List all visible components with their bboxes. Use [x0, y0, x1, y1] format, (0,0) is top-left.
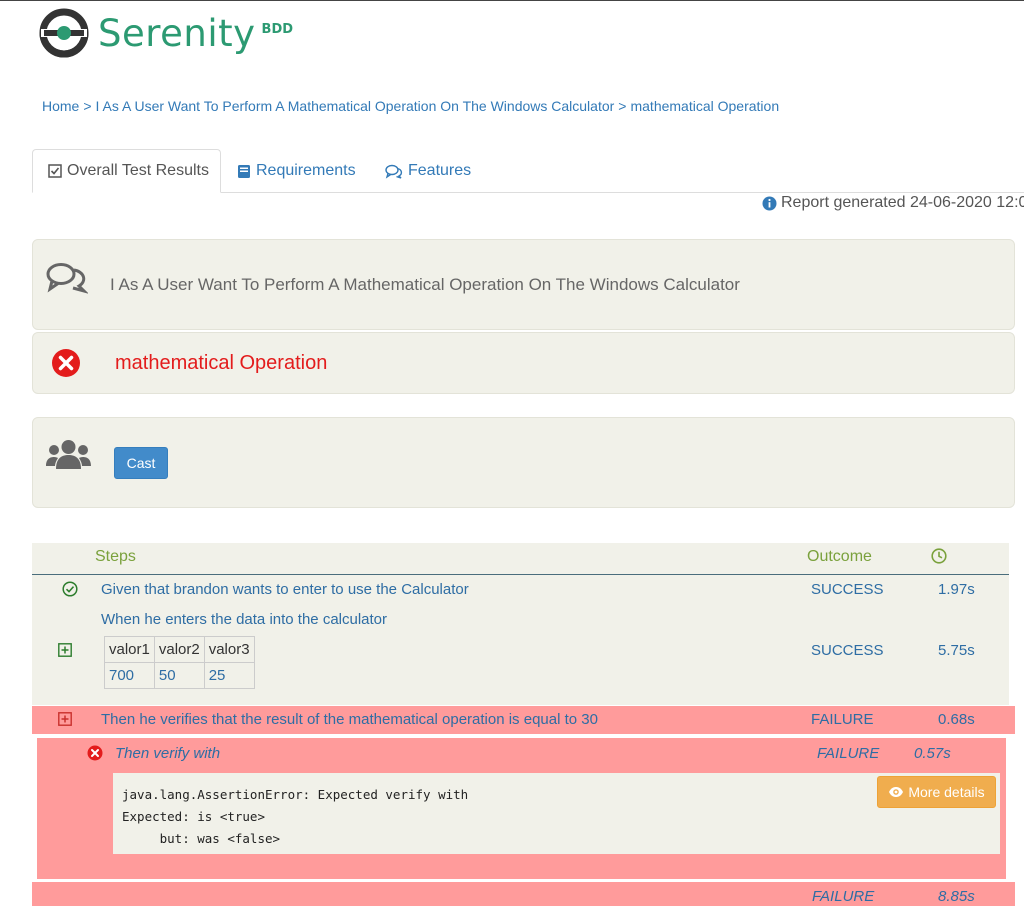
more-details-button[interactable]: More details — [877, 776, 996, 808]
data-table-header-cell: valor3 — [203, 636, 255, 663]
cast-panel — [32, 417, 1015, 508]
report-generated-text: Report generated 24-06-2020 12:0 — [781, 194, 1024, 211]
comments-icon — [46, 263, 88, 294]
breadcrumb-separator: > — [618, 98, 627, 114]
data-table-cell: 700 — [104, 662, 155, 689]
data-table-header-cell: valor1 — [104, 636, 155, 663]
book-icon — [238, 164, 250, 178]
plus-square-icon[interactable] — [58, 712, 72, 726]
step-duration: 0.68s — [938, 711, 975, 728]
data-table: valor1 valor2 valor3 700 50 25 — [104, 636, 255, 689]
top-border — [0, 0, 1024, 1]
cast-button[interactable]: Cast — [114, 447, 168, 479]
step-text: When he enters the data into the calcula… — [101, 611, 388, 628]
serenity-logo-icon — [39, 8, 89, 58]
breadcrumb-separator: > — [83, 98, 92, 114]
step-outcome: FAILURE — [811, 711, 874, 728]
error-message: java.lang.AssertionError: Expected verif… — [122, 784, 468, 850]
substep-text: Then verify with — [115, 745, 221, 762]
step-outcome: SUCCESS — [811, 581, 884, 598]
tab-overall-test-results[interactable]: Overall Test Results — [32, 149, 221, 193]
tab-label: Requirements — [256, 162, 356, 179]
step-text: Given that brandon wants to enter to use… — [101, 581, 469, 598]
eye-icon — [889, 787, 904, 797]
plus-square-icon[interactable] — [58, 643, 72, 657]
data-table-header-cell: valor2 — [153, 636, 205, 663]
breadcrumb-home[interactable]: Home — [42, 98, 79, 114]
step-duration: 1.97s — [938, 581, 975, 598]
serenity-logo[interactable]: Serenity BDD — [38, 8, 293, 58]
scenario-title: mathematical Operation — [115, 352, 328, 374]
users-icon — [46, 440, 91, 469]
breadcrumb-scenario[interactable]: mathematical Operation — [630, 98, 779, 114]
info-icon — [762, 196, 777, 210]
brand-name: Serenity — [98, 11, 256, 55]
data-table-cell: 25 — [203, 662, 255, 689]
tab-requirements[interactable]: Requirements — [237, 149, 356, 193]
outcome-header: Outcome — [807, 548, 872, 565]
steps-header: Steps — [95, 548, 136, 565]
tab-label: Overall Test Results — [67, 162, 209, 179]
summary-outcome: FAILURE — [812, 888, 875, 905]
data-table-cell: 50 — [153, 662, 205, 689]
story-title: I As A User Want To Perform A Mathematic… — [110, 275, 740, 294]
step-text: Then he verifies that the result of the … — [101, 711, 598, 728]
error-line: Expected: is <true> — [122, 809, 265, 824]
breadcrumb-story[interactable]: I As A User Want To Perform A Mathematic… — [96, 98, 615, 114]
tab-features[interactable]: Features — [385, 149, 471, 193]
checkbox-icon — [48, 164, 62, 178]
check-circle-icon — [62, 581, 78, 597]
summary-duration: 8.85s — [938, 888, 975, 905]
brand-suffix: BDD — [261, 21, 294, 37]
tab-label: Features — [408, 162, 472, 179]
error-circle-icon — [87, 745, 103, 761]
clock-icon — [931, 548, 947, 564]
error-line: java.lang.AssertionError: Expected verif… — [122, 787, 469, 802]
step-outcome: SUCCESS — [811, 642, 884, 659]
report-generated: Report generated 24-06-2020 12:0 — [762, 194, 1024, 212]
step-duration: 5.75s — [938, 642, 975, 659]
substep-outcome: FAILURE — [817, 745, 880, 762]
substep-duration: 0.57s — [914, 745, 951, 762]
error-line: but: was <false> — [122, 831, 281, 846]
error-circle-icon — [52, 349, 80, 377]
more-details-label: More details — [908, 784, 985, 800]
comments-icon — [385, 164, 403, 179]
breadcrumb: Home > I As A User Want To Perform A Mathe… — [42, 98, 779, 114]
